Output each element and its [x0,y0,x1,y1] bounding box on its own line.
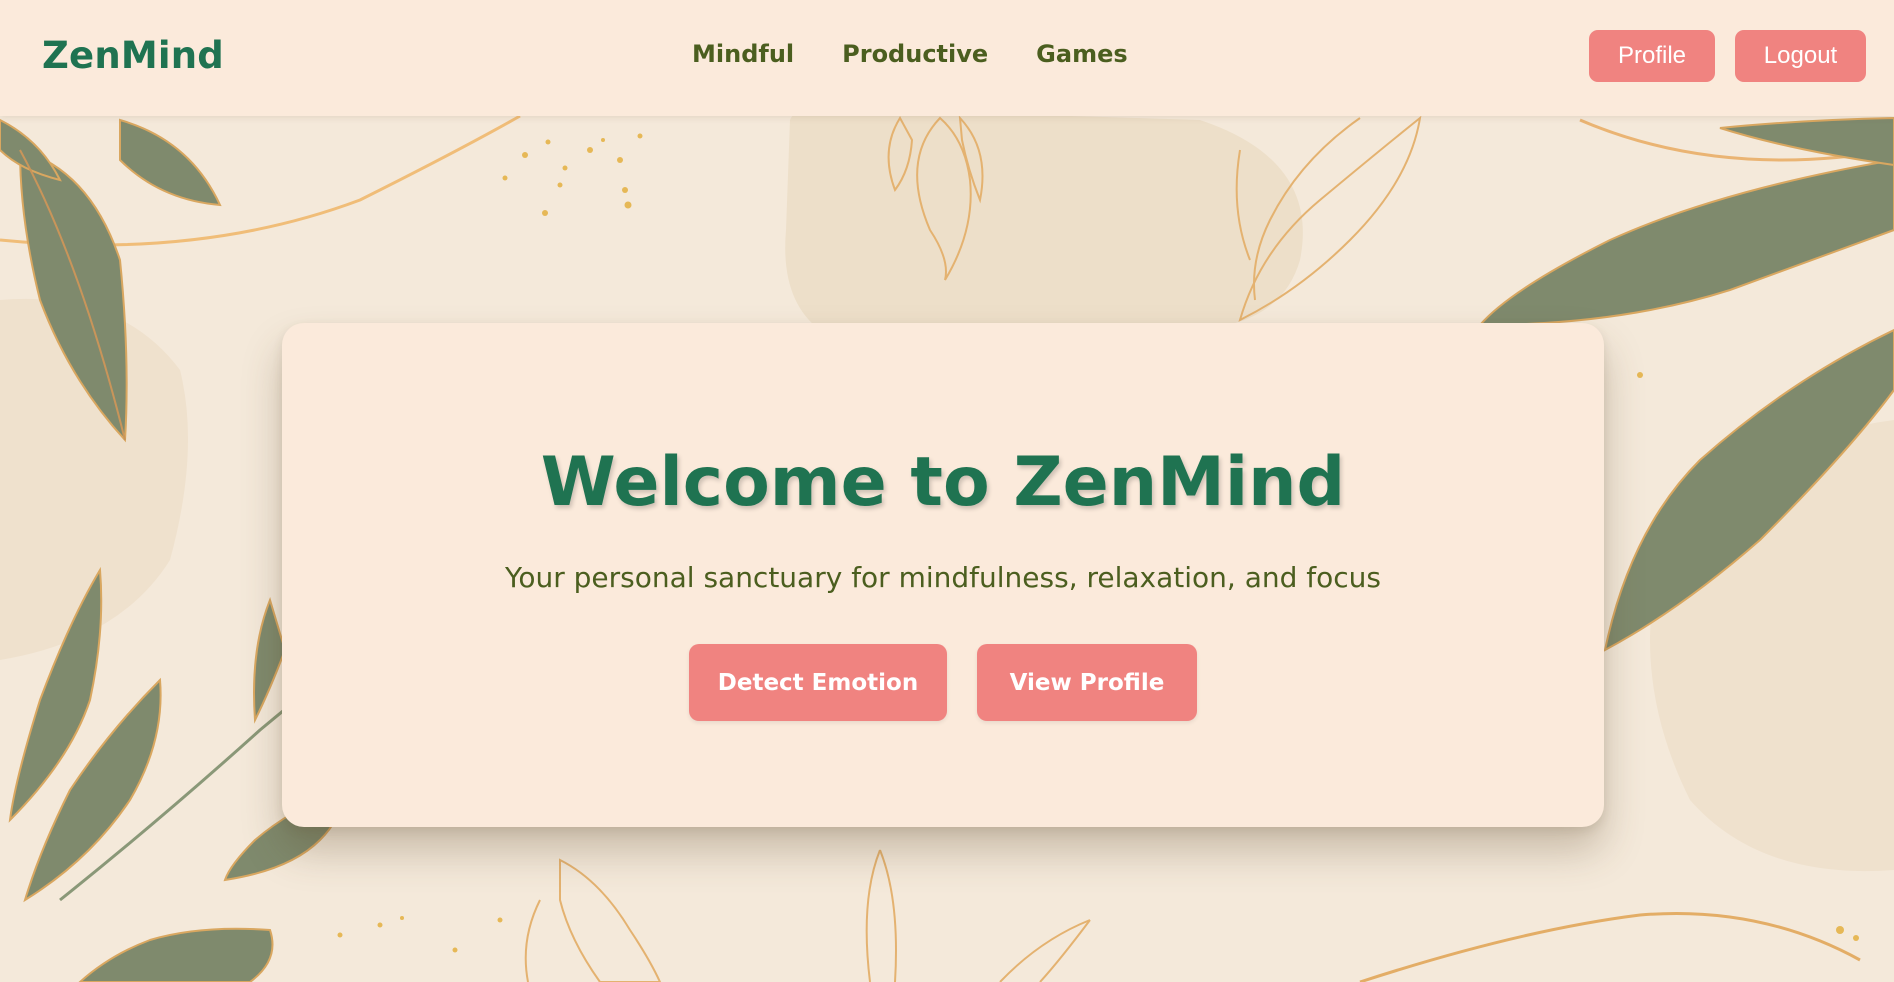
nav-link-games[interactable]: Games [1036,40,1127,68]
detect-emotion-button[interactable]: Detect Emotion [689,644,947,721]
nav-link-mindful[interactable]: Mindful [692,40,794,68]
nav-link-productive[interactable]: Productive [842,40,988,68]
hero-actions: Detect Emotion View Profile [282,644,1604,721]
profile-button[interactable]: Profile [1589,30,1715,82]
view-profile-button[interactable]: View Profile [977,644,1197,721]
main-nav: Mindful Productive Games [692,40,1128,68]
logout-button[interactable]: Logout [1735,30,1866,82]
welcome-card: Welcome to ZenMind Your personal sanctua… [282,323,1604,827]
welcome-title: Welcome to ZenMind [540,443,1346,522]
brand-logo[interactable]: ZenMind [42,34,224,77]
top-navbar: ZenMind Mindful Productive Games Profile… [0,0,1894,116]
welcome-subtitle: Your personal sanctuary for mindfulness,… [504,561,1382,594]
